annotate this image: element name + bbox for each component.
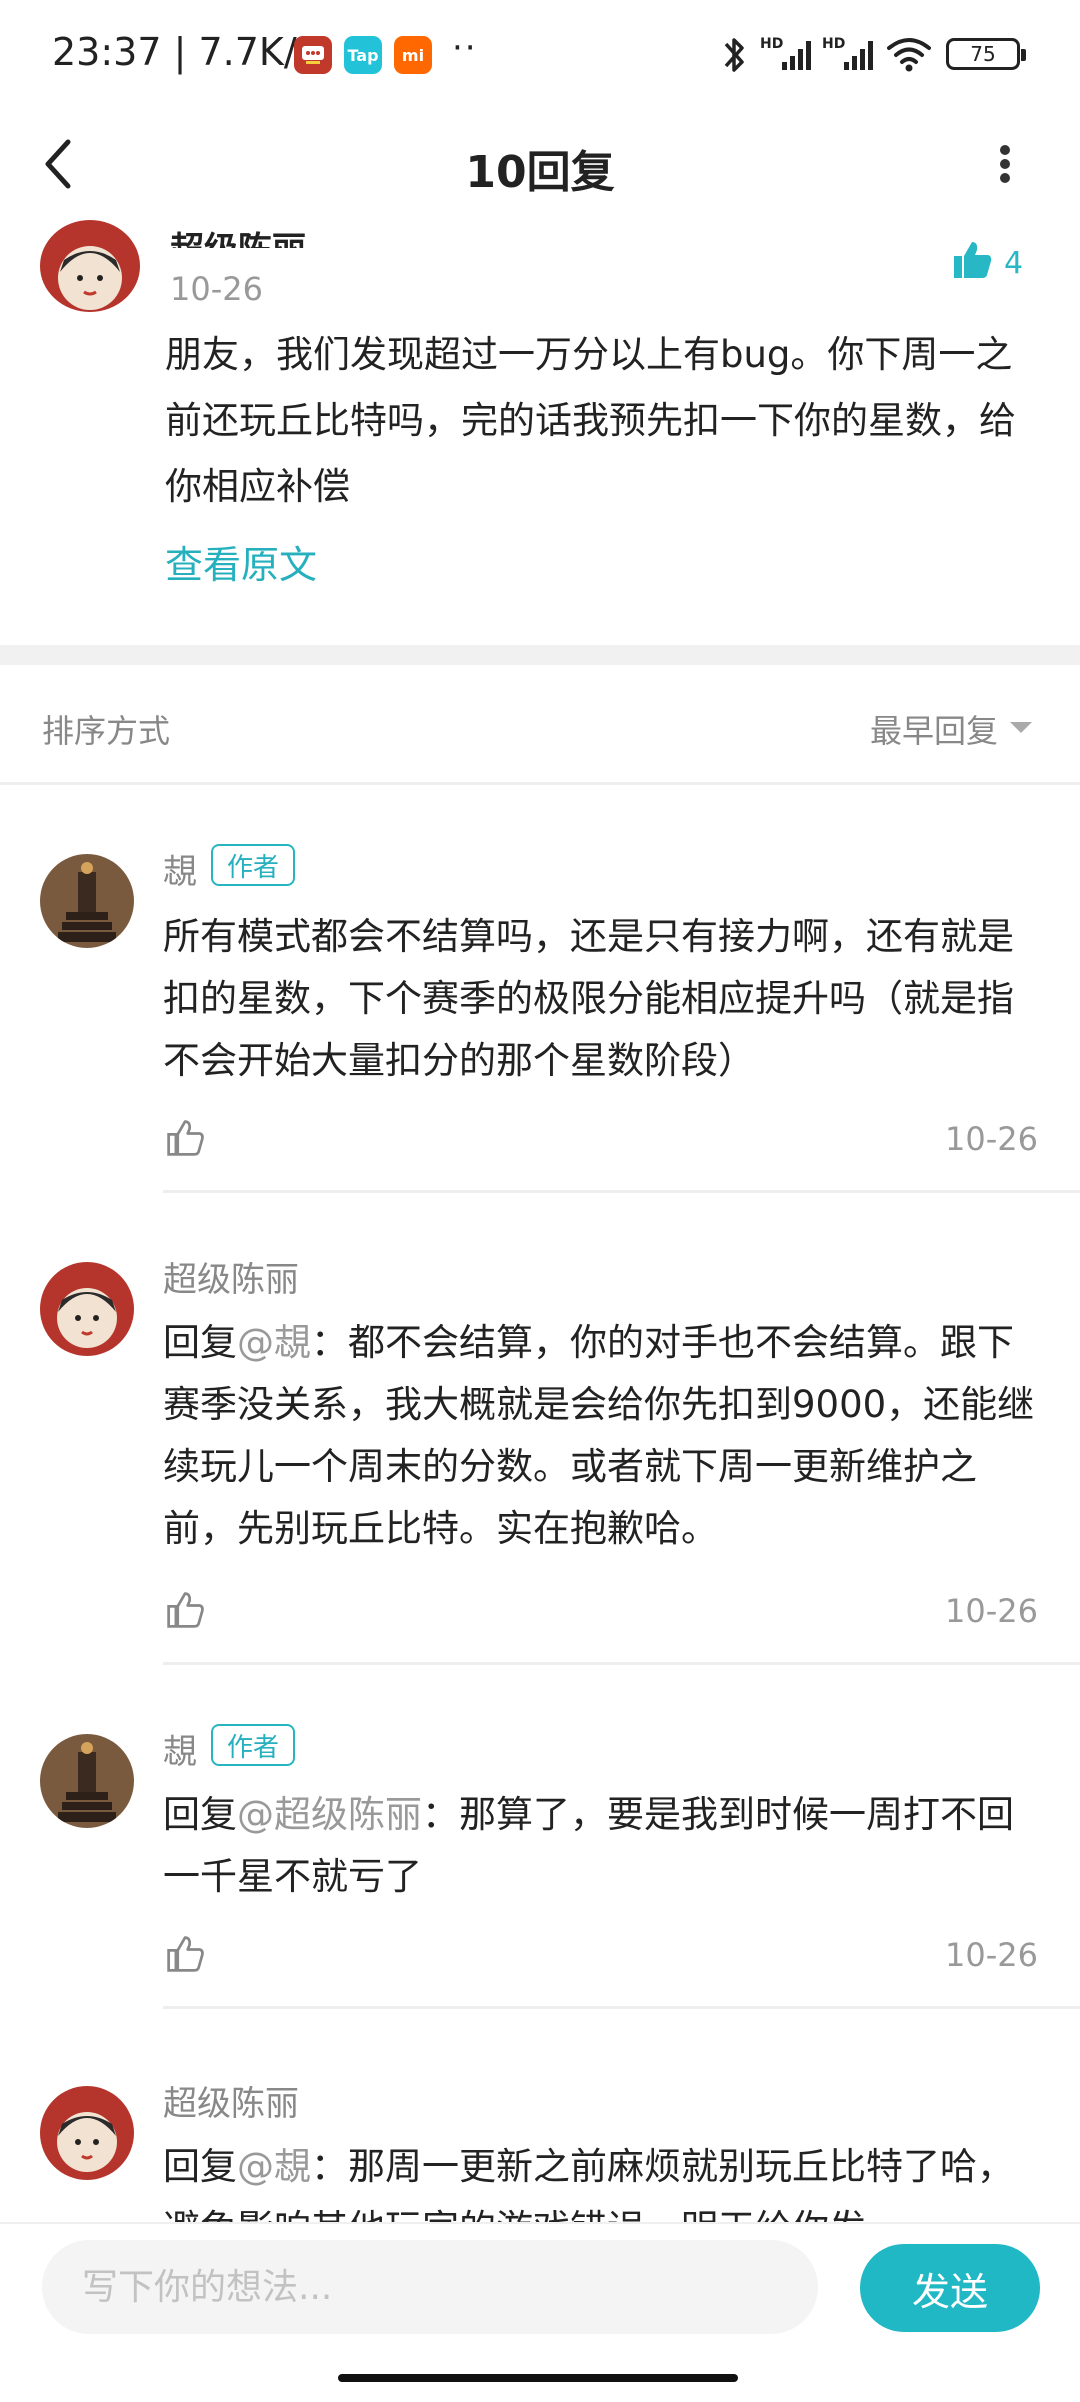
original-date: 10-26 <box>170 270 263 308</box>
mention-link[interactable]: @超级陈丽 <box>237 1793 422 1836</box>
original-author-name[interactable]: 超级陈丽 <box>170 222 306 248</box>
reply-date: 10-26 <box>945 1120 1038 1158</box>
sort-label: 排序方式 <box>42 712 171 750</box>
reply-date: 10-26 <box>945 1936 1038 1974</box>
sort-dropdown[interactable]: 最早回复 <box>870 706 998 752</box>
mi-app-icon: mi <box>394 36 432 74</box>
reply-item: 覟 作者 回复@超级陈丽：那算了，要是我到时候一周打不回一千星不就亏了 10-2… <box>0 1720 1080 2020</box>
thumbs-up-icon[interactable] <box>165 1118 205 1158</box>
divider <box>163 1662 1080 1665</box>
reply-text: 回复@超级陈丽：那算了，要是我到时候一周打不回一千星不就亏了 <box>163 1793 1014 1898</box>
reply-author-name[interactable]: 超级陈丽 <box>163 2076 299 2125</box>
more-notifications-icon: ·· <box>452 28 478 68</box>
send-button[interactable]: 发送 <box>860 2244 1040 2332</box>
status-bar: 23:37 | 7.7K/s Tap mi ·· HD HD 75 <box>0 0 1080 110</box>
divider <box>163 2006 1080 2009</box>
mention-link[interactable]: @覟 <box>237 2145 311 2188</box>
reply-item: 超级陈丽 回复@覟：那周一更新之前麻烦就别玩丘比特了哈，避免影响其他玩家的游戏错… <box>0 2072 1080 2222</box>
reply-item: 覟 作者 所有模式都会不结算吗，还是只有接力啊，还有就是扣的星数，下个赛季的极限… <box>0 840 1080 1200</box>
message-app-icon <box>294 36 332 74</box>
like-count: 4 <box>1004 246 1024 281</box>
view-original-link[interactable]: 查看原文 <box>165 534 317 589</box>
reply-text: 回复@覟：那周一更新之前麻烦就别玩丘比特了哈，避免影响其他玩家的游戏错误。明天给… <box>163 2145 1014 2222</box>
more-vertical-icon[interactable] <box>985 134 1025 194</box>
section-divider <box>0 645 1080 665</box>
avatar[interactable] <box>40 2086 134 2180</box>
mention-link[interactable]: @覟 <box>237 1321 311 1364</box>
thumbs-up-icon[interactable] <box>165 1590 205 1630</box>
reply-text: 所有模式都会不结算吗，还是只有接力啊，还有就是扣的星数，下个赛季的极限分能相应提… <box>163 915 1014 1082</box>
wifi-icon <box>887 38 931 72</box>
battery-indicator: 75 <box>946 38 1026 70</box>
avatar[interactable] <box>40 1734 134 1828</box>
avatar[interactable] <box>40 1262 134 1356</box>
taptap-app-icon: Tap <box>344 36 382 74</box>
status-time-speed: 23:37 | 7.7K/s <box>52 30 317 74</box>
reply-author-name[interactable]: 覟 <box>163 1724 197 1773</box>
reply-author-name[interactable]: 覟 <box>163 844 197 893</box>
reply-item: 超级陈丽 回复@覟：都不会结算，你的对手也不会结算。跟下赛季没关系，我大概就是会… <box>0 1248 1080 1668</box>
home-indicator[interactable] <box>338 2374 738 2382</box>
thumbs-up-icon[interactable] <box>950 238 994 282</box>
reply-text: 回复@覟：都不会结算，你的对手也不会结算。跟下赛季没关系，我大概就是会给你先扣到… <box>163 1321 1035 1550</box>
divider <box>0 782 1080 785</box>
avatar[interactable] <box>40 220 140 312</box>
thumbs-up-icon[interactable] <box>165 1934 205 1974</box>
divider <box>163 1190 1080 1193</box>
avatar[interactable] <box>40 854 134 948</box>
page-title: 10回复 <box>465 147 615 198</box>
bluetooth-icon <box>724 38 744 72</box>
author-badge: 作者 <box>211 1724 295 1766</box>
reply-date: 10-26 <box>945 1592 1038 1630</box>
reply-author-name[interactable]: 超级陈丽 <box>163 1252 299 1301</box>
comment-input[interactable] <box>42 2240 818 2334</box>
caret-down-icon[interactable] <box>1010 722 1032 733</box>
original-comment-text: 朋友，我们发现超过一万分以上有bug。你下周一之前还玩丘比特吗，完的话我预先扣一… <box>165 333 1016 508</box>
author-badge: 作者 <box>211 844 295 886</box>
